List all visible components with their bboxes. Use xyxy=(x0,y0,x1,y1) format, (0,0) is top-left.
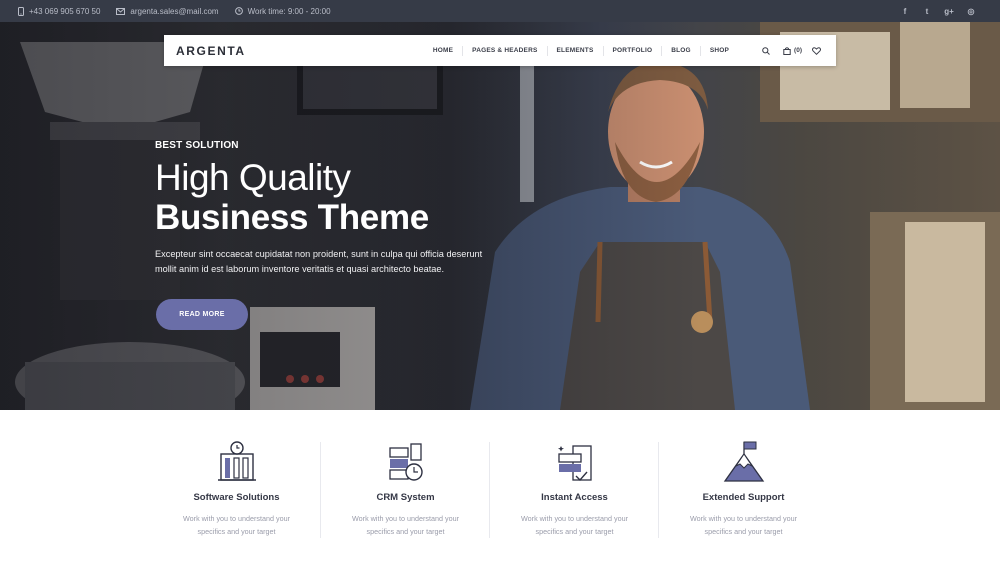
instant-access-icon xyxy=(557,445,592,482)
nav-item-portfolio[interactable]: PORTFOLIO xyxy=(604,45,663,56)
feature-title: CRM System xyxy=(376,492,435,503)
feature-title: Instant Access xyxy=(541,492,608,503)
feature-description-line1: Work with you to understand your xyxy=(521,514,628,523)
feature-description: Work with you to understand your specifi… xyxy=(515,512,635,538)
heart-icon xyxy=(812,46,821,55)
hero-kicker: BEST SOLUTION xyxy=(155,140,239,151)
feature-card: Extended Support Work with you to unders… xyxy=(659,410,828,568)
nav-item-elements[interactable]: ELEMENTS xyxy=(548,45,604,56)
email-info[interactable]: argenta.sales@mail.com xyxy=(116,7,219,16)
read-more-button[interactable]: READ MORE xyxy=(156,299,248,330)
search-button[interactable] xyxy=(762,46,773,55)
feature-description: Work with you to understand your specifi… xyxy=(346,512,466,538)
top-info-bar: +43 069 905 670 50 argenta.sales@mail.co… xyxy=(0,0,1000,22)
cart-count: (0) xyxy=(794,47,802,54)
nav-item-home[interactable]: HOME xyxy=(424,45,464,56)
google-plus-icon[interactable]: g+ xyxy=(938,7,960,16)
hero-description-line2: mollit anim id est laborum inventore ver… xyxy=(155,264,445,274)
cart-button[interactable]: (0) xyxy=(783,46,802,55)
features-section: Software Solutions Work with you to unde… xyxy=(152,410,828,568)
feature-card: Instant Access Work with you to understa… xyxy=(490,410,659,568)
phone-info: +43 069 905 670 50 xyxy=(18,6,101,16)
main-navigation: ARGENTA HOME PAGES & HEADERS ELEMENTS PO… xyxy=(164,35,836,66)
wishlist-button[interactable] xyxy=(812,46,824,55)
hero-title-line2: Business Theme xyxy=(155,198,429,237)
work-hours: Work time: 9:00 - 20:00 xyxy=(247,6,331,16)
feature-description-line2: specifics and your target xyxy=(366,527,445,536)
search-icon xyxy=(762,46,770,55)
social-links: f t g+ ◎ xyxy=(894,7,982,16)
facebook-icon[interactable]: f xyxy=(894,7,916,16)
feature-description-line2: specifics and your target xyxy=(704,527,783,536)
phone-icon xyxy=(18,6,24,16)
nav-menu: HOME PAGES & HEADERS ELEMENTS PORTFOLIO … xyxy=(424,45,738,56)
feature-description-line2: specifics and your target xyxy=(535,527,614,536)
nav-item-shop[interactable]: SHOP xyxy=(701,46,738,56)
phone-number: +43 069 905 670 50 xyxy=(29,6,101,16)
envelope-icon xyxy=(116,7,126,15)
feature-description-line1: Work with you to understand your xyxy=(690,514,797,523)
instagram-icon[interactable]: ◎ xyxy=(960,7,982,16)
twitter-icon[interactable]: t xyxy=(916,7,938,16)
shopping-bag-icon xyxy=(783,46,791,55)
feature-description-line1: Work with you to understand your xyxy=(352,514,459,523)
feature-card: CRM System Work with you to understand y… xyxy=(321,410,490,568)
clock-icon xyxy=(234,7,243,15)
hours-info: Work time: 9:00 - 20:00 xyxy=(234,6,331,16)
feature-description-line2: specifics and your target xyxy=(197,527,276,536)
feature-description-line1: Work with you to understand your xyxy=(183,514,290,523)
extended-support-icon xyxy=(723,441,764,482)
feature-title: Software Solutions xyxy=(193,492,280,503)
crm-system-icon xyxy=(388,443,423,481)
feature-description: Work with you to understand your specifi… xyxy=(684,512,804,538)
feature-card: Software Solutions Work with you to unde… xyxy=(152,410,321,568)
software-solutions-icon xyxy=(217,441,256,481)
nav-item-pages-headers[interactable]: PAGES & HEADERS xyxy=(463,45,548,56)
hero-description-line1: Excepteur sint occaecat cupidatat non pr… xyxy=(155,249,483,259)
hero-content: BEST SOLUTION High Quality Business Them… xyxy=(155,140,515,277)
feature-title: Extended Support xyxy=(702,492,785,503)
site-logo[interactable]: ARGENTA xyxy=(176,44,246,58)
feature-description: Work with you to understand your specifi… xyxy=(177,512,297,538)
hero-description: Excepteur sint occaecat cupidatat non pr… xyxy=(155,247,515,277)
nav-item-blog[interactable]: BLOG xyxy=(662,45,701,56)
email-address[interactable]: argenta.sales@mail.com xyxy=(130,7,218,16)
nav-tools: (0) xyxy=(752,46,824,55)
hero-title-line1: High Quality xyxy=(155,157,351,198)
